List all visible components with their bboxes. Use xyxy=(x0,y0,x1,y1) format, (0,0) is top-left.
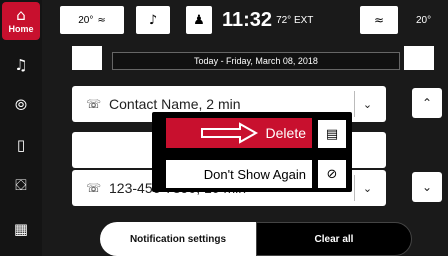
missed-call-icon: ☏ xyxy=(86,181,102,195)
sidebar-item-home[interactable]: ⌂ Home xyxy=(2,2,40,40)
compass-icon: ⦾ xyxy=(14,95,27,114)
clear-all-button[interactable]: Clear all xyxy=(256,222,412,256)
missed-call-icon: ☏ xyxy=(86,97,102,111)
sidebar-item-nav[interactable]: ⦾ xyxy=(0,86,42,124)
climate-left-button[interactable]: 20° ≈ xyxy=(60,6,124,34)
right-temp-value: 20° xyxy=(416,14,432,26)
delete-menu-item[interactable]: Delete xyxy=(166,118,312,148)
arrow-right-icon xyxy=(200,122,258,144)
scroll-up-button[interactable]: ⌃ xyxy=(412,88,442,118)
chevron-down-icon: ⌄ xyxy=(421,180,433,194)
sidebar: ⌂ Home ♫ ⦾ ▯ ⛋ ▦ xyxy=(0,0,42,256)
notification-bell-button[interactable]: ♪ xyxy=(136,6,170,34)
apps-grid-icon: ▦ xyxy=(13,219,29,238)
sidebar-item-music[interactable]: ♫ xyxy=(0,46,42,84)
climate-right-seat-button[interactable]: ≈ xyxy=(360,6,398,34)
sidebar-item-label: Home xyxy=(8,24,34,34)
phone-icon: ▯ xyxy=(16,135,26,154)
profile-button[interactable]: ♟ xyxy=(186,6,212,34)
seat-heat-icon: ≈ xyxy=(97,14,106,26)
left-square-button[interactable] xyxy=(72,46,102,70)
date-header: Today - Friday, March 08, 2018 xyxy=(112,52,400,70)
notification-text: Contact Name, 2 min xyxy=(109,96,241,112)
eye-slash-icon: ⊘ xyxy=(326,166,338,182)
exterior-temp: 72° EXT xyxy=(276,14,314,26)
status-bar: 20° ≈ ♪ ♟ 11:32 72° EXT ≈ 20° xyxy=(46,0,448,42)
music-icon: ♫ xyxy=(14,55,28,74)
user-icon: ♟ xyxy=(193,12,205,28)
home-icon: ⌂ xyxy=(16,6,26,24)
bottom-actions: Notification settings Clear all xyxy=(100,222,412,256)
trash-icon: ▤ xyxy=(325,126,339,142)
delete-label: Delete xyxy=(265,125,306,141)
scroll-down-button[interactable]: ⌄ xyxy=(412,172,442,202)
car-icon: ⛋ xyxy=(15,175,27,194)
chevron-down-icon[interactable]: ⌄ xyxy=(354,175,380,201)
context-menu: Delete ▤ Don't Show Again ⊘ xyxy=(152,112,352,192)
right-square-button[interactable] xyxy=(404,46,434,70)
right-temp[interactable]: 20° xyxy=(416,6,431,34)
dont-show-again-menu-item[interactable]: Don't Show Again xyxy=(166,160,312,188)
clock-time: 11:32 xyxy=(222,8,273,31)
sidebar-item-car[interactable]: ⛋ xyxy=(0,166,42,204)
left-temp: 20° xyxy=(78,14,94,26)
seat-heat-right-icon: ≈ xyxy=(373,13,385,27)
dont-show-label: Don't Show Again xyxy=(203,166,306,182)
trash-icon-button[interactable]: ▤ xyxy=(318,120,346,148)
chevron-down-icon[interactable]: ⌄ xyxy=(354,91,380,117)
bell-icon: ♪ xyxy=(148,12,158,28)
notification-settings-button[interactable]: Notification settings xyxy=(100,222,256,256)
hide-icon-button[interactable]: ⊘ xyxy=(318,160,346,188)
sidebar-item-apps[interactable]: ▦ xyxy=(0,210,42,248)
clock: 11:32 72° EXT xyxy=(222,6,313,34)
chevron-up-icon: ⌃ xyxy=(421,96,433,110)
sidebar-item-phone[interactable]: ▯ xyxy=(0,126,42,164)
